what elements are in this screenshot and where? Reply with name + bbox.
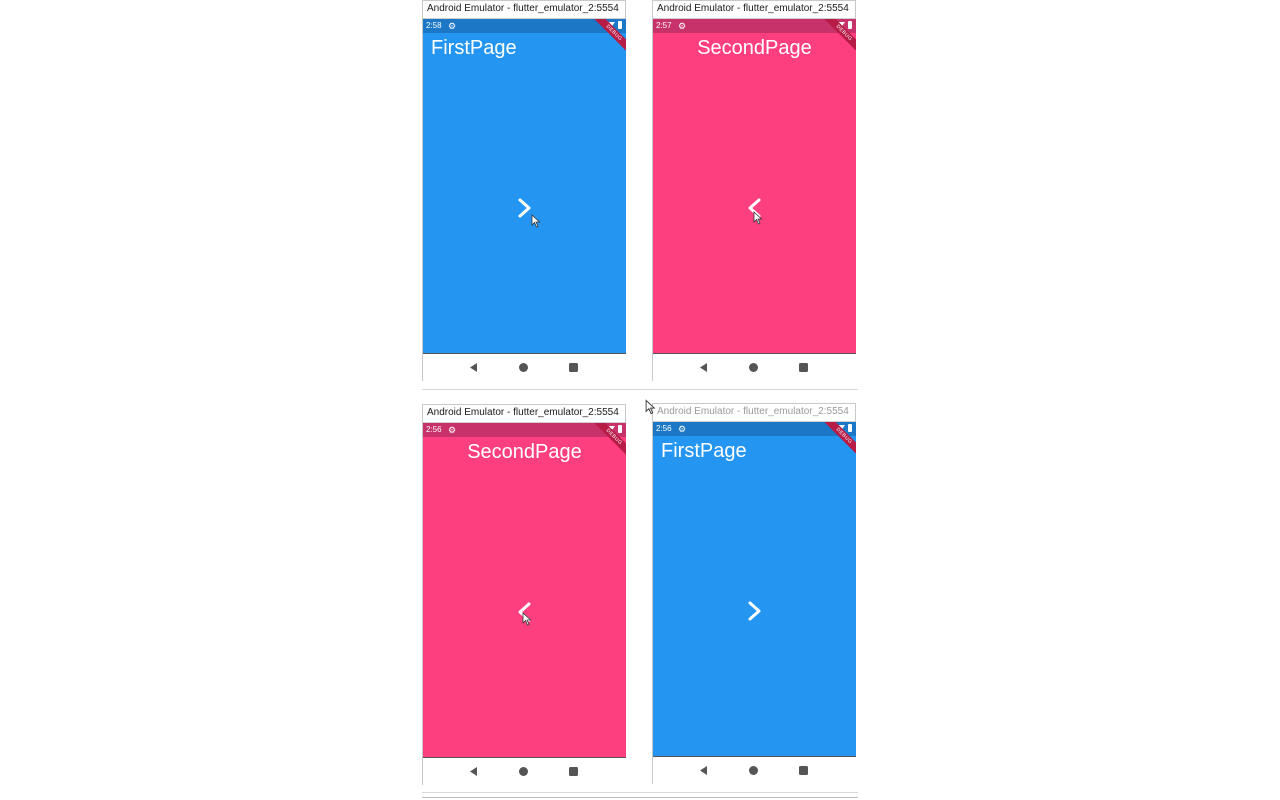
page-title: FirstPage [661,440,747,462]
page-title: SecondPage [467,441,582,463]
home-icon[interactable] [748,362,759,373]
recents-icon[interactable] [798,362,809,373]
status-time: 2:56 [656,424,672,433]
window-title: Android Emulator - flutter_emulator_2:55… [423,405,625,423]
app-screen: 2:56 ⚙ DEBUG SecondPage [423,423,626,757]
recents-icon[interactable] [568,766,579,777]
app-screen: 2:56 ⚙ DEBUG FirstPage [653,422,856,756]
window-title: Android Emulator - flutter_emulator_2:55… [653,404,855,422]
battery-icon [618,21,622,29]
home-icon[interactable] [518,362,529,373]
mouse-cursor-icon [645,399,656,415]
back-icon[interactable] [468,766,479,777]
status-time: 2:57 [656,21,672,30]
back-icon[interactable] [468,362,479,373]
mouse-cursor-icon [531,214,541,228]
settings-gear-icon: ⚙ [448,425,457,435]
mouse-cursor-icon [753,211,763,225]
battery-icon [848,21,852,29]
chevron-right-icon[interactable] [746,600,764,622]
window-title: Android Emulator - flutter_emulator_2:55… [653,1,855,19]
recents-icon[interactable] [568,362,579,373]
status-time: 2:56 [426,425,442,434]
android-nav-bar [653,756,856,784]
back-icon[interactable] [698,362,709,373]
divider [422,389,858,390]
home-icon[interactable] [748,765,759,776]
window-title: Android Emulator - flutter_emulator_2:55… [423,1,625,19]
android-nav-bar [423,353,626,381]
emulator-window-2: Android Emulator - flutter_emulator_2:55… [652,0,856,381]
settings-gear-icon: ⚙ [678,424,687,434]
settings-gear-icon: ⚙ [678,21,687,31]
recents-icon[interactable] [798,765,809,776]
android-nav-bar [423,757,626,785]
battery-icon [618,425,622,433]
emulator-window-4: Android Emulator - flutter_emulator_2:55… [652,403,856,784]
emulator-window-3: Android Emulator - flutter_emulator_2:55… [422,404,626,785]
divider [422,797,858,798]
android-nav-bar [653,353,856,381]
battery-icon [848,424,852,432]
page-title: SecondPage [697,37,812,59]
divider [422,792,858,793]
emulator-window-1: Android Emulator - flutter_emulator_2:55… [422,0,626,381]
status-time: 2:58 [426,21,442,30]
settings-gear-icon: ⚙ [448,21,457,31]
page-title: FirstPage [431,37,517,59]
app-screen: 2:58 ⚙ DEBUG FirstPage [423,19,626,353]
back-icon[interactable] [698,765,709,776]
app-screen: 2:57 ⚙ DEBUG SecondPage [653,19,856,353]
home-icon[interactable] [518,766,529,777]
mouse-cursor-icon [522,612,532,626]
